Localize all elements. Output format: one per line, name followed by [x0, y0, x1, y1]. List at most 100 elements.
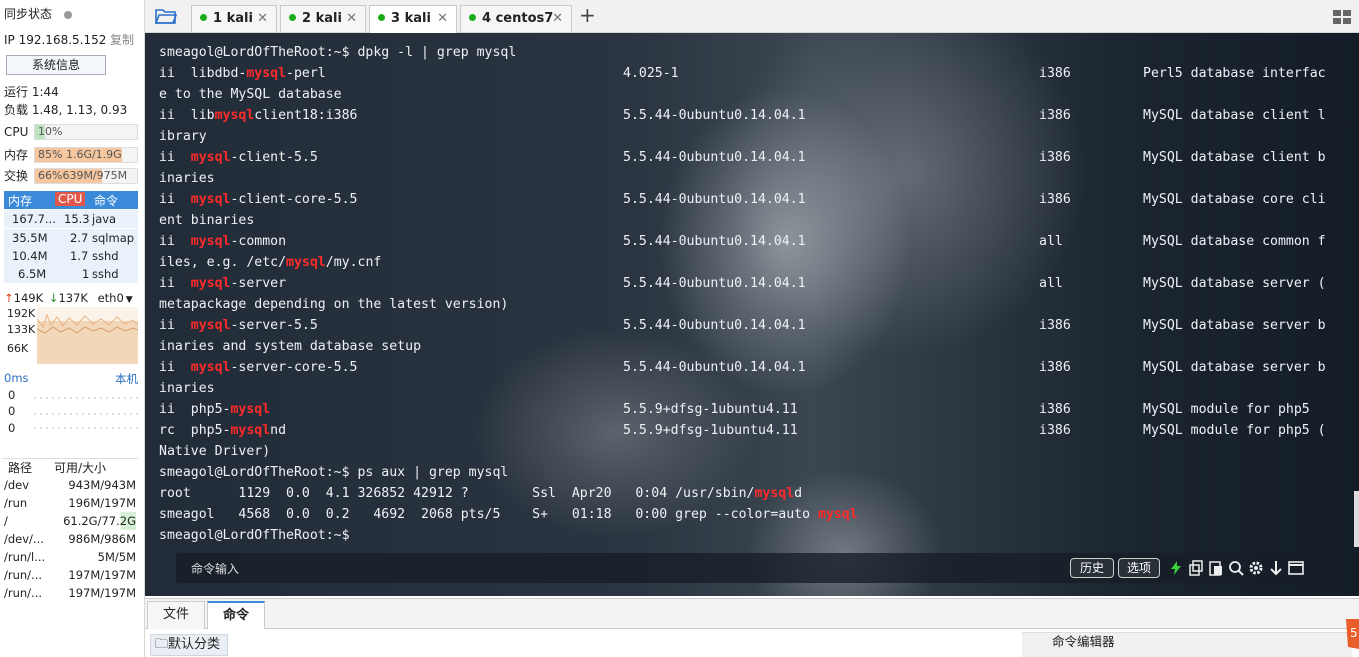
disk-row[interactable]: /dev 943M/943M [2, 476, 138, 494]
tab-label: 4 centos7 [482, 11, 554, 26]
disk-path: /run [4, 496, 28, 510]
bottom-tabbar: 文件 命令 [145, 598, 1359, 629]
terminal-line-text: inaries [159, 381, 215, 396]
package-arch: all [1039, 234, 1063, 249]
connected-dot-icon [469, 14, 476, 21]
paste-icon[interactable] [1208, 560, 1224, 576]
process-row[interactable]: 10.4M 1.7 sshd [4, 247, 138, 265]
command-input[interactable]: 命令输入 [191, 560, 239, 577]
grep-match-highlight: mysql [190, 360, 231, 375]
tab-session-3[interactable]: 3 kali ✕ [369, 5, 457, 33]
close-icon[interactable]: ✕ [257, 6, 268, 31]
process-memory: 6.5M [18, 267, 47, 281]
process-col-cpu[interactable]: CPU [55, 192, 86, 206]
default-category[interactable]: 🗀默认分类 [150, 634, 228, 656]
disk-row[interactable]: /run/... 197M/197M [2, 584, 138, 602]
process-row[interactable]: 6.5M 1 sshd [4, 265, 138, 283]
layout-grid-icon[interactable] [1333, 10, 1351, 24]
cpu-meter: CPU 10% [4, 124, 138, 140]
process-cpu: 2.7 [70, 231, 89, 245]
package-version: 5.5.44-0ubuntu0.14.04.1 [623, 360, 806, 375]
lightning-icon[interactable] [1168, 560, 1184, 576]
process-memory: 167.7... [12, 212, 56, 226]
package-version: 5.5.44-0ubuntu0.14.04.1 [623, 150, 806, 165]
package-version: 5.5.9+dfsg-1ubuntu4.11 [623, 423, 798, 438]
terminal-line-text: -server-5.5 [230, 318, 318, 333]
gear-icon[interactable] [1248, 560, 1264, 576]
disk-table: 路径 可用/大小 /dev 943M/943M /run 196M/197M / 61.… [2, 458, 138, 602]
package-version: 5.5.44-0ubuntu0.14.04.1 [623, 276, 806, 291]
sync-status-dot-icon [64, 10, 73, 19]
options-button[interactable]: 选项 [1118, 558, 1160, 578]
tab-commands[interactable]: 命令 [207, 601, 265, 629]
terminal-line-text: client18:i386 [254, 108, 358, 123]
close-icon[interactable]: ✕ [437, 6, 448, 31]
grep-match-highlight: mysql [190, 276, 231, 291]
grep-match-highlight: mysql [190, 318, 231, 333]
tab-files[interactable]: 文件 [147, 601, 205, 629]
grep-match-highlight: mysql [214, 108, 255, 123]
svg-text:5: 5 [1350, 626, 1358, 640]
disk-table-header: 路径 可用/大小 [2, 458, 138, 476]
process-col-command[interactable]: 命令 [94, 192, 118, 209]
process-row[interactable]: 35.5M 2.7 sqlmap [4, 229, 138, 247]
search-icon[interactable] [1228, 560, 1244, 576]
terminal-line-text: ibrary [159, 129, 207, 144]
terminal-line: root 1129 0.0 4.1 326852 42912 ? Ssl Apr… [159, 483, 1349, 504]
download-arrow-icon[interactable] [1268, 560, 1284, 576]
copy-ip-button[interactable]: 复制 [110, 31, 134, 49]
ping-target[interactable]: 本机 [115, 371, 138, 387]
process-command: java [92, 212, 117, 226]
sync-status[interactable]: 同步状态 [4, 5, 138, 23]
html5-icon: 5 [1346, 619, 1359, 649]
grep-match-highlight: mysql [230, 423, 271, 438]
swap-meter: 交换 66%639M/975M [4, 168, 138, 184]
terminal-line: inaries [159, 168, 1349, 189]
tab-session-1[interactable]: 1 kali ✕ [191, 5, 277, 32]
tab-session-4[interactable]: 4 centos7 ✕ [460, 5, 572, 32]
close-icon[interactable]: ✕ [346, 6, 357, 31]
terminal-line-text: ii libdbd- [159, 66, 247, 81]
upload-arrow-icon: ↑ [4, 291, 14, 305]
copy-icon[interactable] [1188, 560, 1204, 576]
disk-col-size: 可用/大小 [54, 461, 107, 475]
process-col-memory[interactable]: 内存 [8, 192, 32, 209]
disk-row[interactable]: /run/... 197M/197M [2, 566, 138, 584]
terminal-line-text: inaries and system database setup [159, 339, 422, 354]
disk-row[interactable]: /run 196M/197M [2, 494, 138, 512]
command-input-bar[interactable]: 命令输入 历史 选项 [176, 553, 1327, 583]
terminal[interactable]: smeagol@LordOfTheRoot:~$ dpkg -l | grep … [145, 33, 1359, 596]
terminal-line: ii php5-mysql 5.5.9+dfsg-1ubuntu4.11 i386 M… [159, 399, 1349, 420]
close-icon[interactable]: ✕ [552, 6, 563, 31]
terminal-scrollbar[interactable] [1354, 491, 1359, 547]
network-interface-select[interactable]: eth0 ▼ [98, 291, 133, 305]
tab-session-2[interactable]: 2 kali ✕ [280, 5, 366, 32]
package-description: MySQL module for php5 [1143, 402, 1310, 417]
package-version: 5.5.9+dfsg-1ubuntu4.11 [623, 402, 798, 417]
tab-label: 3 kali [391, 11, 431, 26]
terminal-line: ii mysql-common 5.5.44-0ubuntu0.14.04.1 al… [159, 231, 1349, 252]
add-tab-button[interactable]: + [579, 3, 596, 27]
sidebar: 同步状态 IP 192.168.5.152 复制 系统信息 运行 1:44 负载 … [0, 0, 145, 657]
grep-match-highlight: mysql [190, 150, 231, 165]
swap-value: 66%639M/975M [38, 169, 128, 182]
package-description: MySQL database client b [1143, 150, 1326, 165]
disk-size: 197M/197M [68, 568, 136, 582]
maximize-icon[interactable] [1288, 560, 1304, 576]
process-row[interactable]: 167.7... 15.3 java [4, 210, 138, 228]
open-folder-icon[interactable] [155, 7, 177, 25]
package-description: MySQL database server b [1143, 318, 1326, 333]
terminal-line-text: -common [230, 234, 287, 249]
disk-row[interactable]: /dev/... 986M/986M [2, 530, 138, 548]
process-command: sshd [92, 267, 119, 281]
terminal-line: rc php5-mysqlnd 5.5.9+dfsg-1ubuntu4.11 i38… [159, 420, 1349, 441]
history-button[interactable]: 历史 [1070, 558, 1114, 578]
package-arch: i386 [1039, 66, 1071, 81]
package-version: 5.5.44-0ubuntu0.14.04.1 [623, 318, 806, 333]
terminal-line: iles, e.g. /etc/mysql/my.cnf [159, 252, 1349, 273]
command-editor-panel[interactable]: 命令编辑器 [1022, 632, 1352, 657]
process-cpu: 1.7 [70, 249, 89, 263]
system-info-button[interactable]: 系统信息 [6, 55, 106, 75]
disk-row[interactable]: /run/l... 5M/5M [2, 548, 138, 566]
disk-row[interactable]: / 61.2G/77.2G [2, 512, 138, 530]
